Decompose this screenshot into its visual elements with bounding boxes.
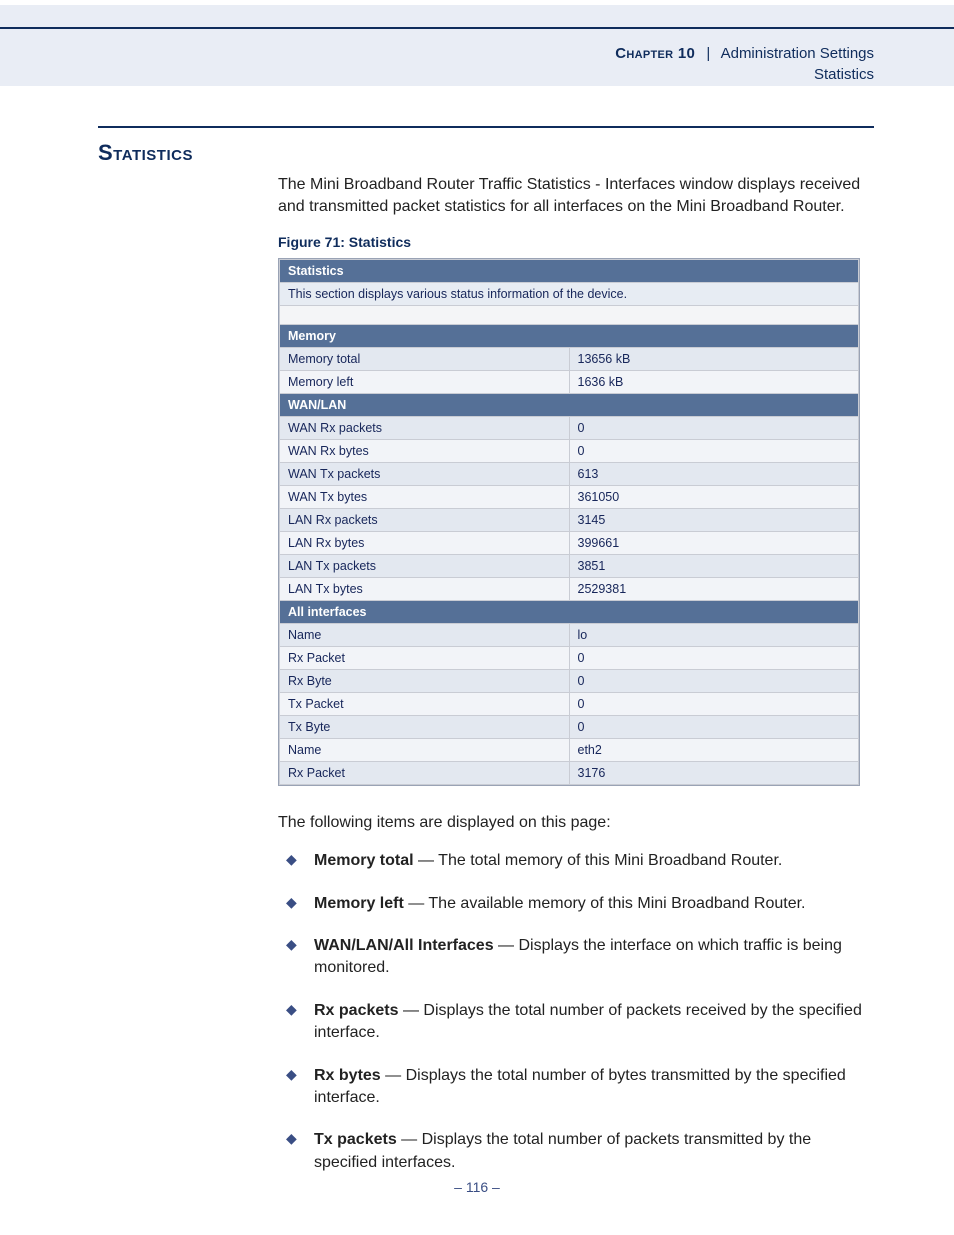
stat-label: Tx Byte xyxy=(280,716,570,739)
chapter-label: Chapter 10 xyxy=(615,45,695,62)
description: — The total memory of this Mini Broadban… xyxy=(414,852,783,869)
stat-value: 0 xyxy=(569,670,859,693)
stat-value: 613 xyxy=(569,463,859,486)
stats-table: StatisticsThis section displays various … xyxy=(279,259,859,785)
group-header: WAN/LAN xyxy=(280,394,859,417)
stat-label: Memory left xyxy=(280,371,570,394)
stat-value: eth2 xyxy=(569,739,859,762)
group-header: Memory xyxy=(280,325,859,348)
section-title: Statistics xyxy=(98,140,874,166)
stat-value: 399661 xyxy=(569,532,859,555)
stat-value: 0 xyxy=(569,716,859,739)
page-number: – 116 – xyxy=(0,1179,954,1195)
term: WAN/LAN/All Interfaces xyxy=(314,937,494,954)
stat-value: 3176 xyxy=(569,762,859,785)
stat-value: 0 xyxy=(569,647,859,670)
chapter-subtitle: Statistics xyxy=(814,66,874,83)
intro-paragraph: The Mini Broadband Router Traffic Statis… xyxy=(278,174,870,218)
chapter-separator: | xyxy=(699,45,717,62)
stat-value: 3851 xyxy=(569,555,859,578)
description: — Displays the total number of bytes tra… xyxy=(314,1067,846,1106)
stat-label: Rx Packet xyxy=(280,762,570,785)
term: Memory total xyxy=(314,852,414,869)
stat-label: Rx Byte xyxy=(280,670,570,693)
stat-label: WAN Tx packets xyxy=(280,463,570,486)
stat-value: 361050 xyxy=(569,486,859,509)
list-item: Memory left — The available memory of th… xyxy=(278,893,870,915)
stat-value: 2529381 xyxy=(569,578,859,601)
stat-label: LAN Rx packets xyxy=(280,509,570,532)
stat-value: 3145 xyxy=(569,509,859,532)
term: Memory left xyxy=(314,895,404,912)
router-ui-screenshot: StatisticsThis section displays various … xyxy=(278,258,860,786)
list-item: Rx packets — Displays the total number o… xyxy=(278,1000,870,1045)
stat-value: 1636 kB xyxy=(569,371,859,394)
stat-label: WAN Rx packets xyxy=(280,417,570,440)
header-rule xyxy=(0,27,954,29)
stat-label: Name xyxy=(280,739,570,762)
stat-label: Tx Packet xyxy=(280,693,570,716)
stat-label: WAN Tx bytes xyxy=(280,486,570,509)
list-item: Rx bytes — Displays the total number of … xyxy=(278,1065,870,1110)
section-rule xyxy=(98,126,874,128)
stat-value: 0 xyxy=(569,693,859,716)
term: Rx packets xyxy=(314,1002,399,1019)
figure-caption: Figure 71: Statistics xyxy=(278,234,870,250)
chapter-title: Administration Settings xyxy=(721,45,874,62)
description: — The available memory of this Mini Broa… xyxy=(404,895,806,912)
spacer-row xyxy=(280,306,859,325)
list-item: Memory total — The total memory of this … xyxy=(278,850,870,872)
chapter-header: Chapter 10 | Administration Settings Sta… xyxy=(0,0,954,86)
items-intro: The following items are displayed on thi… xyxy=(278,814,870,832)
stat-label: LAN Tx packets xyxy=(280,555,570,578)
list-item: WAN/LAN/All Interfaces — Displays the in… xyxy=(278,935,870,980)
group-header: All interfaces xyxy=(280,601,859,624)
stat-label: LAN Rx bytes xyxy=(280,532,570,555)
stat-label: Rx Packet xyxy=(280,647,570,670)
stat-value: lo xyxy=(569,624,859,647)
stats-note: This section displays various status inf… xyxy=(280,283,859,306)
term: Tx packets xyxy=(314,1131,397,1148)
term: Rx bytes xyxy=(314,1067,381,1084)
stat-value: 13656 kB xyxy=(569,348,859,371)
chapter-line: Chapter 10 | Administration Settings xyxy=(615,45,874,62)
stat-label: Memory total xyxy=(280,348,570,371)
stat-value: 0 xyxy=(569,440,859,463)
list-item: Tx packets — Displays the total number o… xyxy=(278,1129,870,1174)
definition-list: Memory total — The total memory of this … xyxy=(278,850,870,1174)
stat-label: LAN Tx bytes xyxy=(280,578,570,601)
stat-value: 0 xyxy=(569,417,859,440)
stat-label: WAN Rx bytes xyxy=(280,440,570,463)
stats-main-header: Statistics xyxy=(280,260,859,283)
stat-label: Name xyxy=(280,624,570,647)
